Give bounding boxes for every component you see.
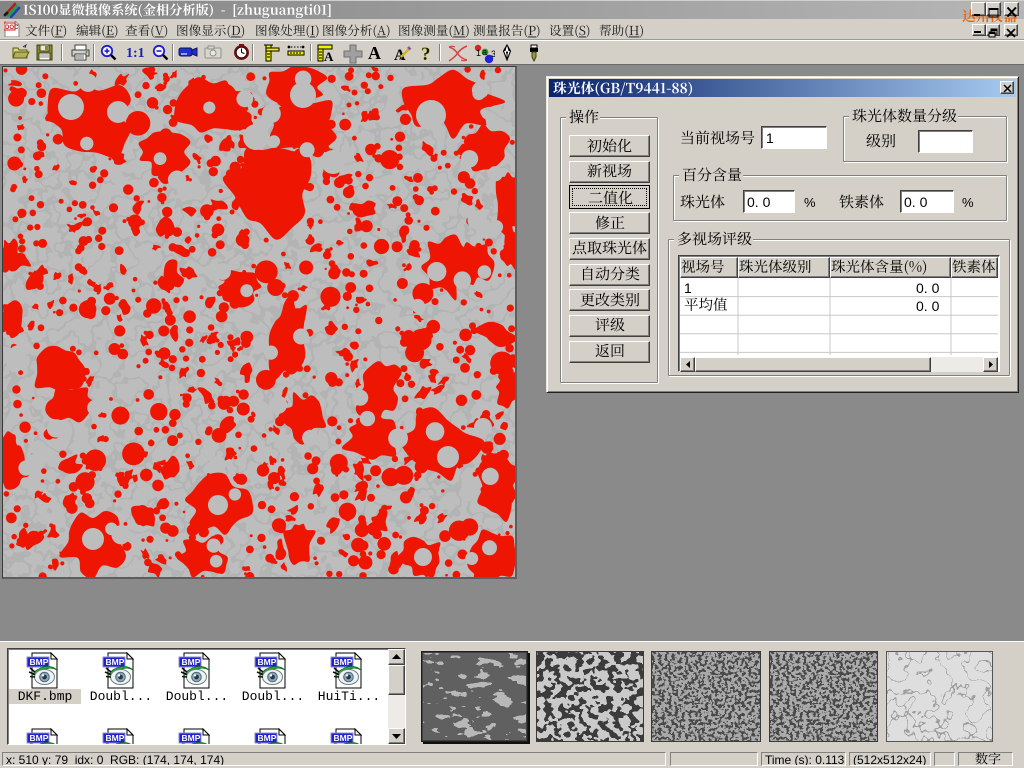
svg-text:1:1: 1:1 — [126, 46, 145, 61]
svg-text:?: ? — [421, 44, 431, 63]
svg-text:3: 3 — [491, 49, 495, 59]
svg-text:a: a — [482, 47, 487, 57]
svg-text:A: A — [324, 49, 334, 62]
svg-text:1: 1 — [476, 48, 481, 58]
svg-text:A: A — [368, 44, 381, 62]
svg-text:DOC: DOC — [5, 25, 19, 31]
